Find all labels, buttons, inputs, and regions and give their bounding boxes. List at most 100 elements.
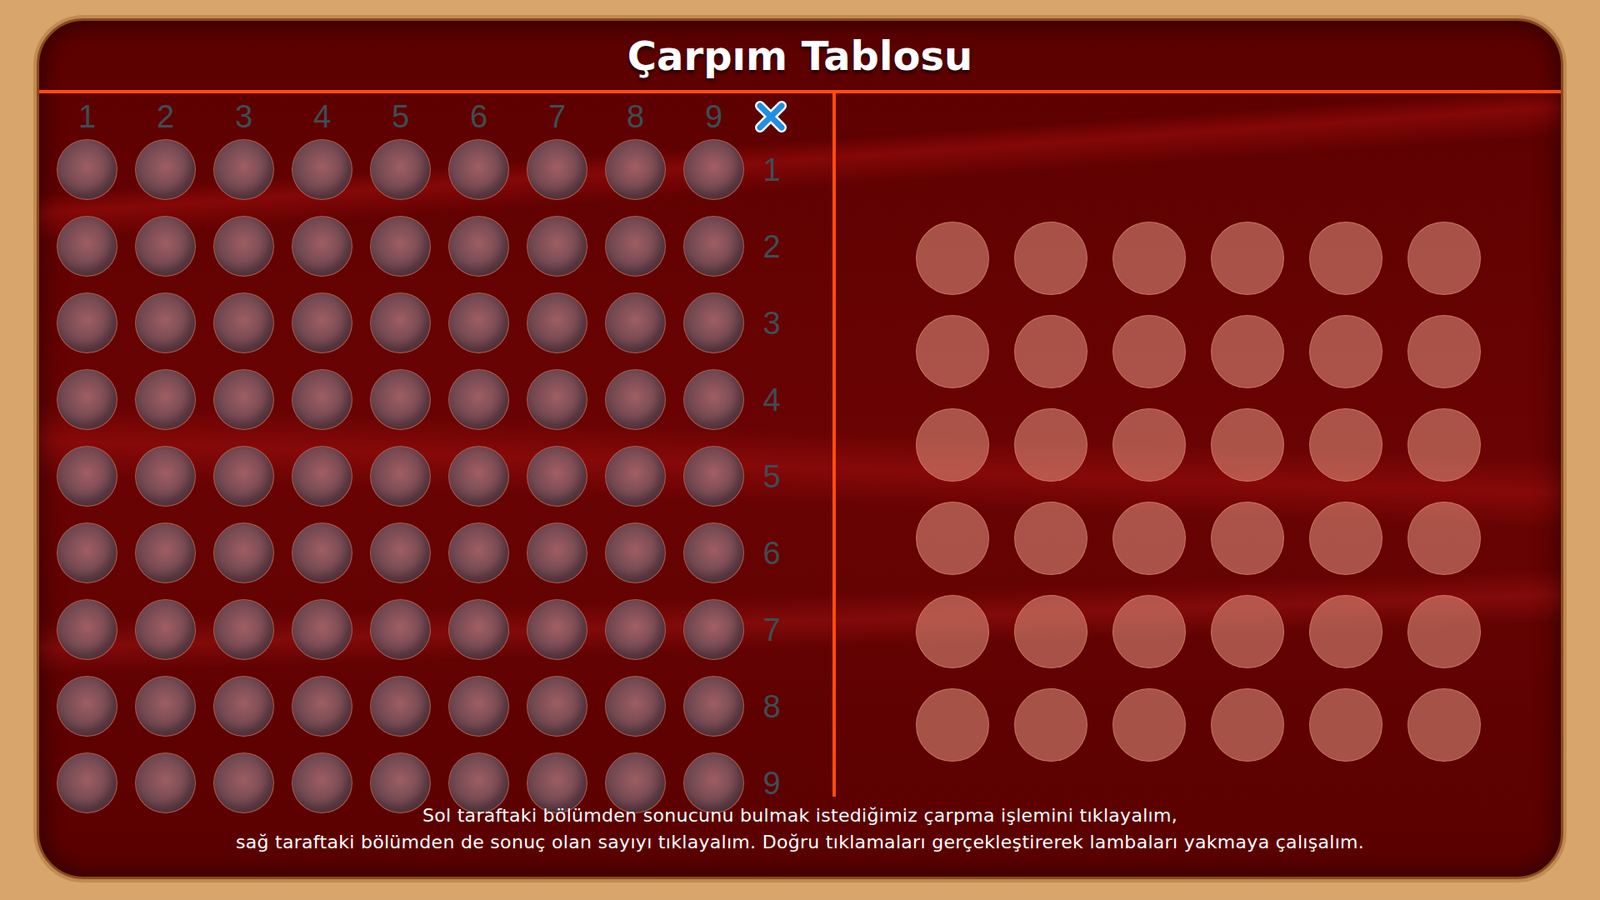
answer-button[interactable] (915, 595, 990, 669)
lamp-button[interactable] (56, 445, 118, 507)
lamp-button[interactable] (370, 215, 431, 277)
lamp-button[interactable] (213, 522, 275, 584)
lamp-button[interactable] (370, 139, 431, 200)
lamp-button[interactable] (370, 752, 431, 814)
answer-button[interactable] (1309, 315, 1383, 389)
answer-button[interactable] (1210, 501, 1285, 575)
answer-button[interactable] (1407, 221, 1481, 295)
answer-button[interactable] (1014, 501, 1088, 575)
answer-button[interactable] (1210, 315, 1285, 389)
lamp-button[interactable] (291, 599, 353, 660)
answer-button[interactable] (1309, 688, 1383, 762)
lamp-button[interactable] (213, 752, 275, 814)
lamp-button[interactable] (526, 675, 588, 737)
answer-button[interactable] (1112, 595, 1186, 669)
lamp-button[interactable] (291, 292, 353, 354)
lamp-button[interactable] (683, 369, 745, 430)
answer-button[interactable] (1112, 221, 1186, 295)
answer-button[interactable] (1407, 688, 1481, 762)
lamp-button[interactable] (291, 752, 353, 814)
lamp-button[interactable] (213, 292, 275, 354)
lamp-button[interactable] (448, 139, 510, 200)
lamp-button[interactable] (56, 139, 118, 200)
lamp-button[interactable] (135, 675, 196, 737)
lamp-button[interactable] (56, 369, 118, 430)
answer-button[interactable] (1407, 501, 1481, 575)
lamp-button[interactable] (135, 215, 196, 277)
answer-button[interactable] (1014, 221, 1088, 295)
answer-button[interactable] (1014, 315, 1088, 389)
answer-button[interactable] (1309, 501, 1383, 575)
lamp-button[interactable] (291, 369, 353, 430)
answer-button[interactable] (1210, 595, 1285, 669)
lamp-button[interactable] (135, 599, 196, 660)
answer-button[interactable] (1309, 408, 1383, 482)
answer-button[interactable] (1210, 408, 1285, 482)
lamp-button[interactable] (683, 752, 745, 814)
lamp-button[interactable] (526, 139, 588, 200)
answer-button[interactable] (1407, 315, 1481, 389)
lamp-button[interactable] (370, 675, 431, 737)
lamp-button[interactable] (213, 599, 275, 660)
lamp-button[interactable] (683, 292, 745, 354)
lamp-button[interactable] (605, 752, 666, 814)
lamp-button[interactable] (605, 522, 666, 584)
answer-button[interactable] (1407, 408, 1481, 482)
answer-button[interactable] (1309, 221, 1383, 295)
lamp-button[interactable] (448, 599, 510, 660)
answer-button[interactable] (1014, 408, 1088, 482)
lamp-button[interactable] (605, 445, 666, 507)
lamp-button[interactable] (135, 369, 196, 430)
lamp-button[interactable] (526, 445, 588, 507)
answer-button[interactable] (1014, 595, 1088, 669)
lamp-button[interactable] (605, 215, 666, 277)
lamp-button[interactable] (526, 599, 588, 660)
lamp-button[interactable] (683, 675, 745, 737)
answer-button[interactable] (1210, 221, 1285, 295)
lamp-button[interactable] (605, 369, 666, 430)
lamp-button[interactable] (448, 522, 510, 584)
lamp-button[interactable] (448, 675, 510, 737)
lamp-button[interactable] (526, 292, 588, 354)
lamp-button[interactable] (683, 215, 745, 277)
lamp-button[interactable] (683, 139, 745, 200)
lamp-button[interactable] (213, 215, 275, 277)
answer-button[interactable] (1112, 501, 1186, 575)
lamp-button[interactable] (213, 445, 275, 507)
lamp-button[interactable] (683, 522, 745, 584)
answer-button[interactable] (1112, 688, 1186, 762)
lamp-button[interactable] (526, 522, 588, 584)
lamp-button[interactable] (605, 599, 666, 660)
answer-button[interactable] (915, 221, 990, 295)
lamp-button[interactable] (213, 139, 275, 200)
lamp-button[interactable] (56, 675, 118, 737)
answer-button[interactable] (1210, 688, 1285, 762)
lamp-button[interactable] (605, 675, 666, 737)
lamp-button[interactable] (56, 215, 118, 277)
answer-button[interactable] (915, 315, 990, 389)
lamp-button[interactable] (56, 522, 118, 584)
lamp-button[interactable] (213, 369, 275, 430)
lamp-button[interactable] (448, 369, 510, 430)
lamp-button[interactable] (291, 215, 353, 277)
answer-button[interactable] (1112, 408, 1186, 482)
answer-button[interactable] (915, 501, 990, 575)
lamp-button[interactable] (370, 599, 431, 660)
lamp-button[interactable] (526, 369, 588, 430)
answer-button[interactable] (1112, 315, 1186, 389)
lamp-button[interactable] (526, 752, 588, 814)
lamp-button[interactable] (135, 752, 196, 814)
lamp-button[interactable] (135, 445, 196, 507)
lamp-button[interactable] (448, 215, 510, 277)
lamp-button[interactable] (683, 445, 745, 507)
lamp-button[interactable] (683, 599, 745, 660)
lamp-button[interactable] (56, 292, 118, 354)
answer-button[interactable] (1014, 688, 1088, 762)
lamp-button[interactable] (56, 599, 118, 660)
lamp-button[interactable] (135, 522, 196, 584)
lamp-button[interactable] (370, 445, 431, 507)
lamp-button[interactable] (448, 292, 510, 354)
lamp-button[interactable] (56, 752, 118, 814)
lamp-button[interactable] (213, 675, 275, 737)
lamp-button[interactable] (370, 369, 431, 430)
